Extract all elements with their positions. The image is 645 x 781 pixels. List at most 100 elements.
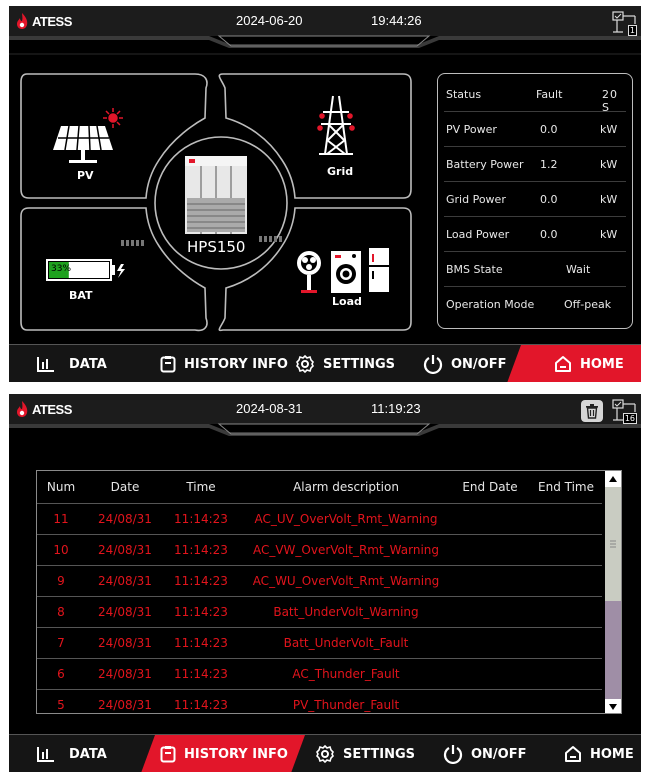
bms-state-label: BMS State [446, 263, 503, 276]
nav-onoff-label: ON/OFF [471, 746, 527, 762]
nav-onoff-label: ON/OFF [451, 356, 507, 372]
grid-power-label: Grid Power [446, 193, 506, 206]
inverter-cabinet-icon [185, 156, 247, 234]
row-time: 11:14:23 [174, 605, 228, 619]
table-scrollbar[interactable] [605, 471, 621, 713]
energy-flow-diagram: PV Grid HPS150 33% BAT Load [9, 68, 429, 332]
row-alarm-description: AC_Thunder_Fault [292, 667, 400, 681]
nav-history-label: HISTORY INFO [184, 746, 288, 762]
row-time: 11:14:23 [174, 543, 228, 557]
row-date: 24/08/31 [98, 636, 152, 650]
scrollbar-track[interactable] [605, 601, 621, 699]
home-icon [555, 356, 571, 372]
home-screen: ATESS 2024-06-20 19:44:26 1 PV Grid HPS1… [9, 6, 641, 382]
load-label: Load [332, 295, 362, 308]
bottom-nav-bar: DATA HISTORY INFO SETTINGS ON/OFF HOME [9, 734, 641, 772]
nav-home-button[interactable]: HOME [554, 345, 624, 382]
load-power-label: Load Power [446, 228, 510, 241]
network-count: 1 [627, 25, 637, 36]
nav-home-label: HOME [580, 356, 624, 372]
clipboard-icon [160, 356, 176, 373]
header-bar: ATESS 2024-08-31 11:19:23 16 [9, 394, 641, 444]
load-power-value: 0.0 [540, 228, 558, 241]
row-num: 9 [57, 574, 65, 588]
table-row[interactable]: 6 24/08/31 11:14:23 AC_Thunder_Fault [37, 658, 602, 689]
bar-chart-icon [37, 747, 54, 762]
nav-history-button[interactable]: HISTORY INFO [160, 735, 288, 772]
row-num: 7 [57, 636, 65, 650]
network-status-icon[interactable]: 1 [611, 10, 637, 36]
nav-history-button[interactable]: HISTORY INFO [160, 345, 288, 382]
header-time: 19:44:26 [371, 13, 422, 28]
status-row-operation-mode: Operation Mode Off-peak [444, 287, 626, 322]
atess-logo: ATESS [15, 12, 72, 30]
bar-chart-icon [37, 357, 54, 372]
row-time: 11:14:23 [174, 636, 228, 650]
table-row[interactable]: 8 24/08/31 11:14:23 Batt_UnderVolt_Warni… [37, 596, 602, 627]
row-num: 8 [57, 605, 65, 619]
battery-power-unit: kW [600, 158, 618, 171]
status-timer: 20 S [602, 88, 618, 114]
load-power-unit: kW [600, 228, 618, 241]
pv-power-unit: kW [600, 123, 618, 136]
column-header-end-time: End Time [538, 480, 594, 494]
power-tower-icon [317, 95, 355, 155]
clipboard-icon [160, 746, 176, 763]
grid-power-value: 0.0 [540, 193, 558, 206]
nav-onoff-button[interactable]: ON/OFF [423, 345, 507, 382]
row-num: 11 [53, 512, 69, 526]
home-icon [565, 746, 581, 762]
header-date: 2024-08-31 [236, 401, 303, 416]
nav-data-label: DATA [69, 746, 107, 762]
status-label: Status [446, 88, 482, 101]
scrollbar-thumb[interactable] [605, 487, 621, 601]
nav-data-button[interactable]: DATA [37, 345, 107, 382]
row-date: 24/08/31 [98, 667, 152, 681]
row-date: 24/08/31 [98, 698, 152, 712]
table-row[interactable]: 11 24/08/31 11:14:23 AC_UV_OverVolt_Rmt_… [37, 503, 602, 534]
status-row-grid-power: Grid Power 0.0 kW [444, 182, 626, 217]
scroll-up-button[interactable] [605, 471, 621, 487]
clear-history-button[interactable] [581, 400, 603, 422]
battery-percent: 33% [51, 264, 72, 274]
status-row-status: Status Fault 20 S [444, 77, 626, 114]
status-panel: Status Fault 20 S PV Power 0.0 kW Batter… [437, 73, 633, 329]
table-row[interactable]: 7 24/08/31 11:14:23 Batt_UnderVolt_Fault [37, 627, 602, 658]
operation-mode-value: Off-peak [564, 298, 612, 311]
power-icon [423, 355, 443, 374]
gear-icon [316, 744, 334, 764]
nav-data-label: DATA [69, 356, 107, 372]
nav-onoff-button[interactable]: ON/OFF [443, 735, 527, 772]
flame-icon [17, 401, 28, 417]
battery-power-label: Battery Power [446, 158, 524, 171]
header-time: 11:19:23 [371, 401, 421, 416]
pv-power-label: PV Power [446, 123, 497, 136]
triangle-up-icon [609, 476, 617, 482]
nav-home-button[interactable]: HOME [564, 735, 634, 772]
table-row[interactable]: 9 24/08/31 11:14:23 AC_WU_OverVolt_Rmt_W… [37, 565, 602, 596]
row-time: 11:14:23 [174, 667, 228, 681]
header-bar: ATESS 2024-06-20 19:44:26 1 [9, 6, 641, 56]
nav-settings-button[interactable]: SETTINGS [315, 735, 415, 772]
table-row[interactable]: 10 24/08/31 11:14:23 AC_VW_OverVolt_Rmt_… [37, 534, 602, 565]
nav-data-button[interactable]: DATA [37, 735, 107, 772]
table-row[interactable]: 5 24/08/31 11:14:23 PV_Thunder_Fault [37, 689, 602, 713]
bms-state-value: Wait [566, 263, 591, 276]
network-count: 16 [622, 413, 637, 424]
network-status-icon[interactable]: 16 [611, 398, 637, 424]
brand-name: ATESS [32, 401, 72, 417]
status-row-pv-power: PV Power 0.0 kW [444, 112, 626, 147]
row-date: 24/08/31 [98, 512, 152, 526]
scroll-down-button[interactable] [605, 699, 621, 713]
row-alarm-description: Batt_UnderVolt_Warning [273, 605, 419, 619]
bottom-nav-bar: DATA HISTORY INFO SETTINGS ON/OFF HOME [9, 344, 641, 382]
pv-power-value: 0.0 [540, 123, 558, 136]
alarm-history-table: Num Date Time Alarm description End Date… [36, 470, 622, 714]
row-num: 6 [57, 667, 65, 681]
row-alarm-description: PV_Thunder_Fault [292, 698, 400, 712]
solar-panel-icon [53, 108, 123, 163]
triangle-down-icon [609, 704, 617, 710]
row-num: 5 [57, 698, 65, 712]
nav-settings-button[interactable]: SETTINGS [295, 345, 395, 382]
row-date: 24/08/31 [98, 605, 152, 619]
